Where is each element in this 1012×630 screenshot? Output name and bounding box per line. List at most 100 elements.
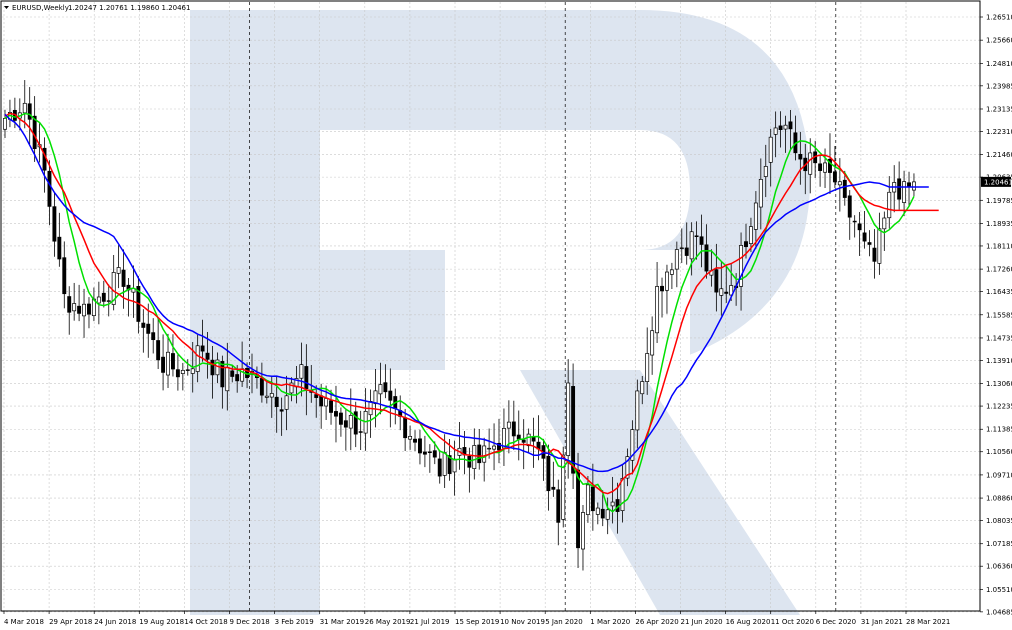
- candle: [679, 247, 684, 250]
- candle: [610, 501, 615, 507]
- candle: [146, 323, 151, 334]
- candle: [907, 182, 911, 188]
- chart-canvas[interactable]: 1.26510 1.25660 1.24810 1.23985 1.23135 1.223…: [0, 0, 1012, 630]
- candle: [161, 356, 166, 373]
- price-badge: 1.20461: [981, 176, 1012, 187]
- candle: [516, 434, 521, 440]
- y-tick-label: 1.19785: [986, 197, 1012, 205]
- candle: [432, 450, 437, 458]
- candle: [862, 232, 867, 242]
- y-tick-label: 1.24810: [986, 60, 1012, 68]
- candle: [77, 305, 82, 314]
- candle: [694, 235, 699, 237]
- chart-window[interactable]: 1.26510 1.25660 1.24810 1.23985 1.23135 1.223…: [0, 0, 1012, 630]
- y-tick-label: 1.26510: [986, 14, 1012, 22]
- candle: [531, 436, 536, 442]
- candle: [669, 269, 674, 275]
- price-badge-value: 1.20461: [984, 178, 1012, 186]
- candle: [477, 444, 482, 464]
- candle: [190, 368, 195, 374]
- y-tick-label: 1.22310: [986, 128, 1012, 136]
- candle: [383, 382, 388, 393]
- candle: [259, 378, 264, 396]
- r-logo-icon: [190, 10, 811, 615]
- candle: [427, 451, 432, 454]
- candle: [526, 433, 531, 447]
- candle: [561, 454, 566, 520]
- candle: [408, 436, 413, 440]
- candle: [699, 236, 704, 245]
- candle: [151, 332, 156, 341]
- candle: [403, 417, 408, 439]
- candle: [768, 136, 773, 163]
- x-tick-label: 21 Jun 2020: [681, 618, 723, 626]
- price-axis: 1.26510 1.25660 1.24810 1.23985 1.23135 1.223…: [980, 14, 1012, 616]
- candle: [166, 351, 170, 376]
- candle: [185, 369, 190, 371]
- candle: [304, 366, 309, 389]
- candle: [620, 478, 625, 512]
- x-tick-label: 21 Jul 2019: [410, 618, 450, 626]
- y-tick-label: 1.09710: [986, 471, 1012, 479]
- x-tick-label: 26 Apr 2020: [635, 618, 678, 626]
- x-tick-label: 6 Dec 2020: [816, 618, 856, 626]
- candle: [452, 458, 457, 473]
- x-tick-label: 5 Jan 2020: [545, 618, 583, 626]
- candle: [482, 445, 487, 463]
- candle: [121, 269, 126, 287]
- candle: [422, 451, 427, 455]
- candle: [714, 269, 719, 293]
- y-tick-label: 1.16435: [986, 288, 1012, 296]
- candle: [832, 171, 837, 183]
- y-tick-label: 1.17260: [986, 266, 1012, 274]
- candle: [180, 369, 185, 374]
- candle: [773, 127, 778, 135]
- candle: [912, 181, 916, 191]
- candle: [571, 386, 576, 474]
- candle: [82, 303, 86, 317]
- candle: [22, 102, 27, 114]
- candle: [719, 288, 724, 296]
- y-tick-label: 1.23135: [986, 105, 1012, 113]
- x-tick-label: 3 Feb 2019: [275, 618, 314, 626]
- candle: [684, 247, 689, 256]
- x-tick-label: 11 Oct 2020: [771, 618, 814, 626]
- candle: [823, 162, 827, 173]
- candle: [319, 395, 324, 407]
- x-tick-label: 4 Mar 2018: [4, 618, 44, 626]
- candle: [763, 166, 768, 177]
- candle: [156, 340, 161, 361]
- candle: [837, 181, 842, 186]
- candle: [758, 178, 763, 208]
- x-tick-label: 19 Aug 2018: [139, 618, 184, 626]
- candle: [739, 245, 744, 287]
- candle: [546, 455, 551, 492]
- y-tick-label: 1.08035: [986, 517, 1012, 525]
- candle: [348, 415, 353, 429]
- candle: [210, 359, 215, 376]
- candle: [141, 322, 146, 328]
- candle: [373, 390, 378, 405]
- y-tick-label: 1.07185: [986, 540, 1012, 548]
- y-tick-label: 1.14735: [986, 334, 1012, 342]
- candle: [3, 118, 7, 130]
- candle: [47, 170, 52, 207]
- x-tick-label: 29 Apr 2018: [49, 618, 92, 626]
- x-tick-label: 31 Mar 2019: [320, 618, 364, 626]
- x-tick-label: 26 May 2019: [365, 618, 411, 626]
- candle: [413, 438, 417, 443]
- y-tick-label: 1.11385: [986, 426, 1012, 434]
- candle: [689, 231, 694, 260]
- y-tick-label: 1.10560: [986, 448, 1012, 456]
- candle: [783, 124, 788, 130]
- candle: [299, 364, 304, 379]
- candle: [808, 152, 813, 175]
- candle: [501, 427, 506, 449]
- candle: [556, 489, 561, 523]
- x-tick-label: 15 Sep 2019: [455, 618, 499, 626]
- candle: [116, 267, 121, 274]
- candle: [566, 382, 571, 456]
- dropdown-triangle-icon[interactable]: [4, 6, 9, 9]
- candle: [343, 420, 348, 428]
- candle: [57, 236, 62, 260]
